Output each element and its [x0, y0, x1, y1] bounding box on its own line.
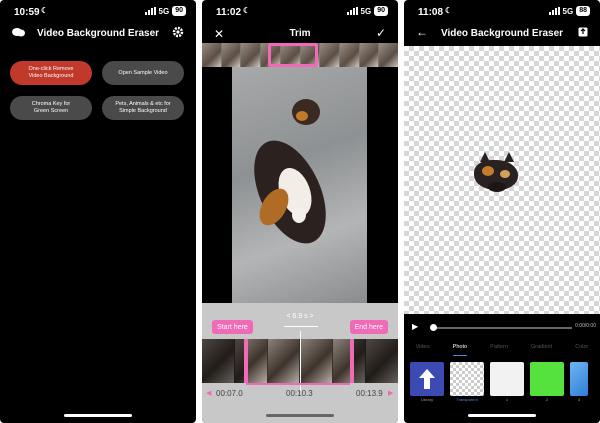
start-here-button[interactable]: Start here — [212, 320, 253, 334]
tile-label: 3 — [577, 397, 581, 402]
duration-label: < 6.9 s > — [286, 313, 314, 320]
status-time: 11:08 — [418, 7, 444, 18]
trim-right-shade — [354, 339, 398, 383]
end-time: 00:13.9 — [356, 389, 383, 398]
background-tabs: Video Photo Pattern Gradient Color — [404, 344, 600, 356]
playhead[interactable] — [300, 331, 301, 391]
start-time: 00:07.0 — [216, 389, 243, 398]
checkmark-icon[interactable]: ✓ — [376, 26, 386, 40]
status-bar: 11:02 ☾ 5G 90 — [202, 0, 398, 22]
page-title: Trim — [289, 28, 311, 39]
left-arrow-icon[interactable]: ◀ — [206, 389, 211, 397]
network-label: 5G — [158, 6, 170, 16]
cat-video-frame — [232, 67, 367, 303]
home-indicator — [468, 414, 536, 417]
status-bar: 11:08 ☾ 5G 88 — [404, 0, 600, 22]
status-bar: 10:59 ☾ 5G 90 — [0, 0, 196, 22]
trim-start-handle[interactable] — [244, 339, 248, 383]
timeline-knob[interactable] — [430, 324, 437, 331]
tile-label: 2 — [545, 397, 549, 402]
end-here-button[interactable]: End here — [349, 320, 388, 334]
editor-controls: ▶ 0:00/0:00 Video Photo Pattern Gradient… — [404, 314, 600, 423]
home-screen: 10:59 ☾ 5G 90 Video Background Eraser On… — [0, 0, 196, 423]
trim-editor: Start here End here < 6.9 s > ◀ 00:07.0 … — [202, 303, 398, 423]
duration-divider — [284, 326, 318, 327]
moon-icon: ☾ — [243, 6, 251, 15]
trim-left-shade — [202, 339, 246, 383]
video-preview — [202, 67, 398, 303]
network-label: 5G — [562, 6, 574, 16]
tab-photo[interactable]: Photo — [452, 344, 468, 356]
signal-icon — [144, 7, 156, 15]
home-indicator — [64, 414, 132, 417]
blue-tile[interactable]: 3 — [570, 362, 588, 402]
trim-end-handle[interactable] — [350, 339, 354, 383]
tile-label: Library — [420, 397, 434, 402]
battery-icon: 90 — [172, 6, 186, 16]
time-readout: 0:00/0:00 — [575, 323, 596, 329]
page-title: Video Background Eraser — [440, 28, 564, 39]
transparent-canvas — [404, 46, 600, 314]
open-sample-video-button[interactable]: Open Sample Video — [102, 61, 184, 85]
network-label: 5G — [360, 6, 372, 16]
current-time: 00:10.3 — [286, 389, 313, 398]
gear-icon[interactable] — [172, 26, 184, 41]
status-time: 11:02 — [216, 7, 242, 18]
moon-icon: ☾ — [41, 6, 49, 15]
signal-icon — [548, 7, 560, 15]
pets-animals-button[interactable]: Pets, Animals & etc for Simple Backgroun… — [102, 96, 184, 120]
battery-icon: 90 — [374, 6, 388, 16]
export-icon[interactable] — [578, 26, 588, 40]
green-tile[interactable]: 2 — [530, 362, 564, 402]
trim-range-bar — [246, 383, 350, 385]
nav-bar: ← Video Background Eraser — [404, 22, 600, 46]
tile-label: Transparent — [456, 397, 478, 402]
home-indicator — [266, 414, 334, 417]
battery-icon: 88 — [576, 6, 590, 16]
trim-selection-frame[interactable] — [268, 43, 318, 67]
page-title: Video Background Eraser — [36, 28, 160, 39]
transparent-tile[interactable]: Transparent — [450, 362, 484, 402]
white-tile[interactable]: 1 — [490, 362, 524, 402]
play-icon[interactable]: ▶ — [412, 322, 418, 331]
library-tile[interactable]: Library — [410, 362, 444, 402]
tab-gradient[interactable]: Gradient — [531, 344, 552, 356]
signal-icon — [346, 7, 358, 15]
one-click-remove-button[interactable]: One-click Remove Video Background — [10, 61, 92, 85]
nav-bar: Video Background Eraser — [0, 22, 196, 46]
tab-pattern[interactable]: Pattern — [490, 344, 508, 356]
trim-screen: 11:02 ☾ 5G 90 ✕ Trim ✓ Start here End he… — [202, 0, 398, 423]
editor-screen: 11:08 ☾ 5G 88 ← Video Background Eraser … — [404, 0, 600, 423]
tab-video[interactable]: Video — [416, 344, 430, 356]
chroma-key-button[interactable]: Chroma Key for Green Screen — [10, 96, 92, 120]
tile-label: 1 — [505, 397, 509, 402]
right-arrow-icon[interactable]: ▶ — [388, 389, 393, 397]
upload-arrow-icon — [419, 369, 435, 389]
timeline-track[interactable] — [432, 327, 572, 329]
tab-color[interactable]: Color — [575, 344, 588, 356]
status-time: 10:59 — [14, 7, 40, 18]
moon-icon: ☾ — [445, 6, 453, 15]
background-options: Library Transparent 1 2 3 — [410, 362, 600, 402]
